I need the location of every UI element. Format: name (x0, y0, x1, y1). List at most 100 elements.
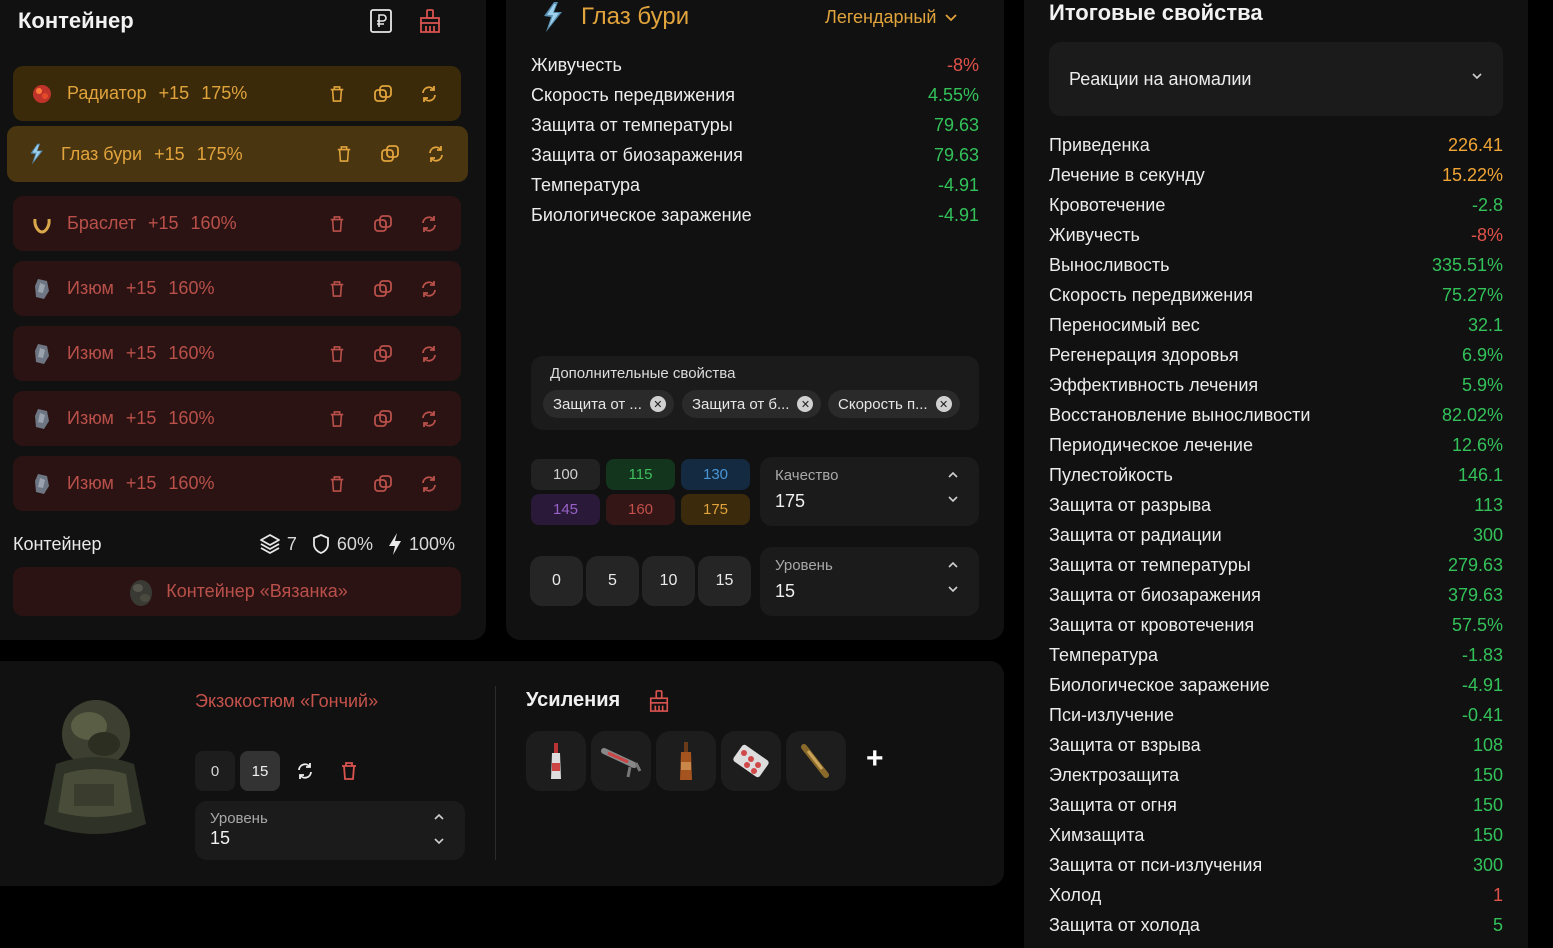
extra-chip[interactable]: Защита от б... ✕ (682, 390, 822, 418)
artifact-slot[interactable]: Изюм +15 160% (13, 326, 461, 381)
trash-icon[interactable] (327, 409, 347, 429)
chevron-up-icon[interactable] (947, 561, 959, 569)
close-icon[interactable]: ✕ (649, 396, 666, 412)
quality-button-115[interactable]: 115 (606, 459, 675, 490)
stat-name: Биологическое заражение (1049, 675, 1270, 695)
copy-icon[interactable] (373, 279, 393, 299)
stat-name: Выносливость (1049, 255, 1170, 275)
chevron-down-icon[interactable] (433, 837, 445, 845)
quality-button-175[interactable]: 175 (681, 494, 750, 525)
boost-slot[interactable] (591, 731, 651, 791)
container-button-label: Контейнер «Вязанка» (166, 581, 348, 601)
level-button-15[interactable]: 15 (698, 556, 751, 606)
trash-icon[interactable] (327, 474, 347, 494)
quality-button-145[interactable]: 145 (531, 494, 600, 525)
close-icon[interactable]: ✕ (935, 396, 952, 412)
refresh-icon[interactable] (426, 144, 446, 164)
ruble-icon[interactable] (369, 8, 393, 34)
trash-icon[interactable] (327, 344, 347, 364)
level-button-0[interactable]: 0 (530, 556, 583, 606)
refresh-icon[interactable] (419, 474, 439, 494)
copy-icon[interactable] (373, 409, 393, 429)
slot-level: +15 (158, 83, 190, 103)
suit-level-select[interactable]: Уровень 15 (195, 801, 465, 860)
artifact-property: Температура -4.91 (531, 175, 979, 205)
artifact-slot[interactable]: Браслет +15 160% (13, 196, 461, 251)
trash-icon[interactable] (327, 84, 347, 104)
trash-icon[interactable] (327, 279, 347, 299)
artifact-slot[interactable]: Изюм +15 160% (13, 391, 461, 446)
category-dropdown[interactable]: Реакции на аномалии (1049, 42, 1503, 116)
chevron-up-icon[interactable] (947, 471, 959, 479)
boost-slot[interactable] (526, 731, 586, 791)
rarity-label: Легендарный (825, 7, 937, 27)
boost-slot[interactable] (721, 731, 781, 791)
container-bag-icon (130, 579, 153, 606)
copy-icon[interactable] (380, 144, 400, 164)
artifact-property: Защита от биозаражения 79.63 (531, 145, 979, 175)
slot-percent: 160% (190, 213, 237, 233)
artifact-slot[interactable]: Глаз бури +15 175% (7, 126, 468, 182)
slot-actions (327, 214, 439, 234)
copy-icon[interactable] (373, 474, 393, 494)
stat-value: 108 (1472, 735, 1503, 755)
boost-slot[interactable] (786, 731, 846, 791)
extra-chip[interactable]: Скорость п... ✕ (828, 390, 960, 418)
summary-stat-row: Пси-излучение -0.41 (1049, 705, 1503, 735)
extra-chip[interactable]: Защита от ... ✕ (543, 390, 674, 418)
boost-slot[interactable] (656, 731, 716, 791)
trash-icon[interactable] (340, 761, 358, 786)
copy-icon[interactable] (373, 84, 393, 104)
stat-name: Пси-излучение (1049, 705, 1174, 725)
rarity-dropdown[interactable]: Легендарный (825, 7, 958, 28)
quality-value: 175 (775, 491, 806, 511)
suit-level-15[interactable]: 15 (240, 751, 280, 791)
level-button-5[interactable]: 5 (586, 556, 639, 606)
quality-select[interactable]: Качество 175 (760, 457, 979, 526)
chip-label: Защита от б... (692, 395, 790, 413)
refresh-icon[interactable] (419, 214, 439, 234)
stat-value: 150 (1472, 825, 1503, 845)
broom-icon[interactable] (648, 689, 670, 718)
refresh-icon[interactable] (419, 344, 439, 364)
refresh-icon[interactable] (419, 279, 439, 299)
level-select[interactable]: Уровень 15 (760, 547, 979, 616)
suit-level-label: Уровень (210, 810, 268, 827)
slot-name: Изюм (67, 278, 114, 298)
chevron-up-icon[interactable] (433, 813, 445, 821)
copy-icon[interactable] (373, 214, 393, 234)
quality-button-160[interactable]: 160 (606, 494, 675, 525)
add-boost-button[interactable]: + (866, 742, 884, 776)
close-icon[interactable]: ✕ (797, 396, 814, 412)
property-name: Температура (531, 175, 641, 195)
chevron-down-icon[interactable] (947, 585, 959, 593)
stat-value: 150 (1472, 765, 1503, 785)
broom-icon[interactable] (418, 8, 442, 34)
trash-icon[interactable] (327, 214, 347, 234)
summary-stat-row: Живучесть -8% (1049, 225, 1503, 255)
stat-value: -2.8 (1471, 195, 1503, 215)
slot-level: +15 (125, 408, 157, 428)
summary-stat-row: Приведенка 226.41 (1049, 135, 1503, 165)
refresh-icon[interactable] (419, 409, 439, 429)
injector-icon (801, 744, 829, 778)
quality-button-130[interactable]: 130 (681, 459, 750, 490)
copy-icon[interactable] (373, 344, 393, 364)
suit-name[interactable]: Экзокостюм «Гончий» (195, 691, 378, 712)
suit-level-0[interactable]: 0 (195, 751, 235, 791)
quality-button-100[interactable]: 100 (531, 459, 600, 490)
chevron-down-icon[interactable] (947, 495, 959, 503)
summary-stat-row: Скорость передвижения 75.27% (1049, 285, 1503, 315)
stat-name: Химзащита (1049, 825, 1145, 845)
divider (495, 686, 496, 860)
refresh-icon[interactable] (419, 84, 439, 104)
artifact-slot[interactable]: Изюм +15 160% (13, 261, 461, 316)
level-button-10[interactable]: 10 (642, 556, 695, 606)
artifact-slot[interactable]: Изюм +15 160% (13, 456, 461, 511)
slot-actions (334, 144, 446, 164)
container-select-button[interactable]: Контейнер «Вязанка» (13, 567, 461, 616)
trash-icon[interactable] (334, 144, 354, 164)
artifact-slot[interactable]: Радиатор +15 175% (13, 66, 461, 121)
summary-stat-row: Восстановление выносливости 82.02% (1049, 405, 1503, 435)
refresh-icon[interactable] (295, 761, 315, 786)
